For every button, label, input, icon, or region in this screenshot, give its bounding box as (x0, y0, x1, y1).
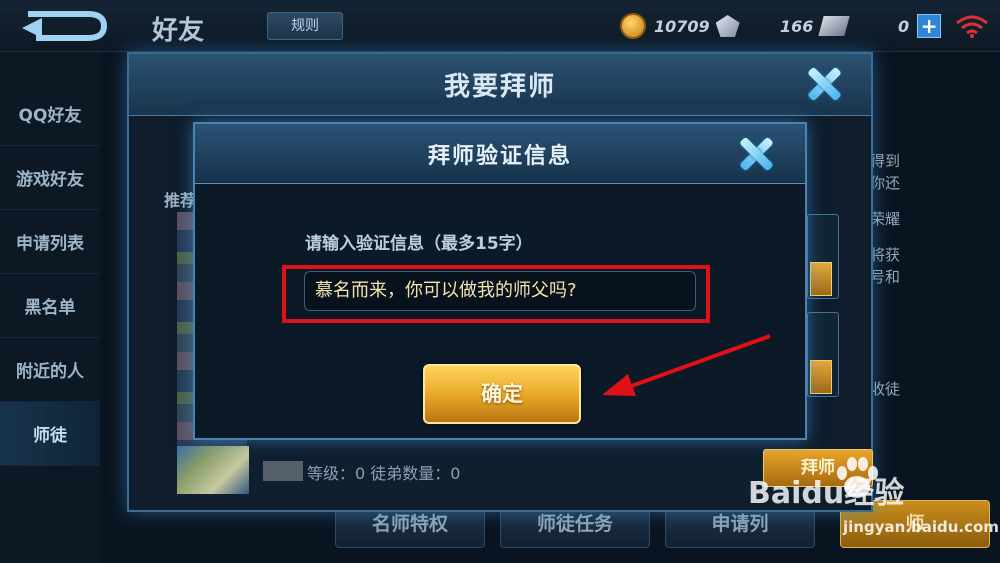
gold-counter: 10709 (620, 12, 740, 40)
highlight-frame (282, 265, 710, 323)
watermark: Baidu经验 jingyan.baidu.com (736, 450, 999, 550)
background-info-text: 得到 你还 荣耀 将获 号和 收徒 (870, 152, 901, 398)
confirm-button[interactable]: 确定 (423, 364, 581, 424)
watermark-url: jingyan.baidu.com (843, 518, 999, 536)
gold-coin-icon (620, 13, 646, 39)
avatar (177, 446, 249, 494)
side-card (807, 214, 839, 299)
top-bar: 好友 规则 10709 166 0 + (0, 0, 1000, 52)
input-prompt: 请输入验证信息（最多15字） (305, 234, 533, 254)
dialog-header: 我要拜师 (129, 54, 871, 116)
recommend-label: 推荐 (164, 191, 197, 210)
close-icon[interactable] (801, 61, 847, 107)
dialog-header: 拜师验证信息 (195, 124, 805, 184)
dialog-title: 我要拜师 (443, 72, 556, 102)
sidebar-item-requests[interactable]: 申请列表 (0, 210, 100, 274)
annotation-arrow-icon (602, 334, 771, 396)
rules-button[interactable]: 规则 (267, 12, 343, 40)
sidebar: QQ好友 游戏好友 申请列表 黑名单 附近的人 师徒 (0, 52, 100, 563)
back-arrow-icon[interactable] (18, 8, 113, 44)
gem-icon (715, 15, 740, 37)
diamond-counter: 0 + (898, 12, 942, 40)
add-currency-icon[interactable]: + (917, 14, 942, 38)
page-title: 好友 (152, 16, 205, 46)
dialog-title: 拜师验证信息 (427, 144, 572, 169)
sidebar-item-blacklist[interactable]: 黑名单 (0, 274, 100, 338)
player-stats: 等级：0 徒弟数量：0 (307, 464, 461, 483)
ticket-icon (818, 16, 851, 36)
close-icon[interactable] (733, 131, 779, 177)
sidebar-item-game-friends[interactable]: 游戏好友 (0, 146, 100, 210)
blurred-name (263, 461, 303, 481)
ticket-counter: 166 (780, 12, 851, 40)
sidebar-item-nearby[interactable]: 附近的人 (0, 338, 100, 402)
side-card (807, 312, 839, 397)
wifi-signal-icon (956, 15, 988, 38)
sidebar-item-mentorship[interactable]: 师徒 (0, 402, 100, 466)
watermark-logo: Baidu经验 (748, 476, 905, 511)
sidebar-item-qq-friends[interactable]: QQ好友 (0, 82, 100, 146)
